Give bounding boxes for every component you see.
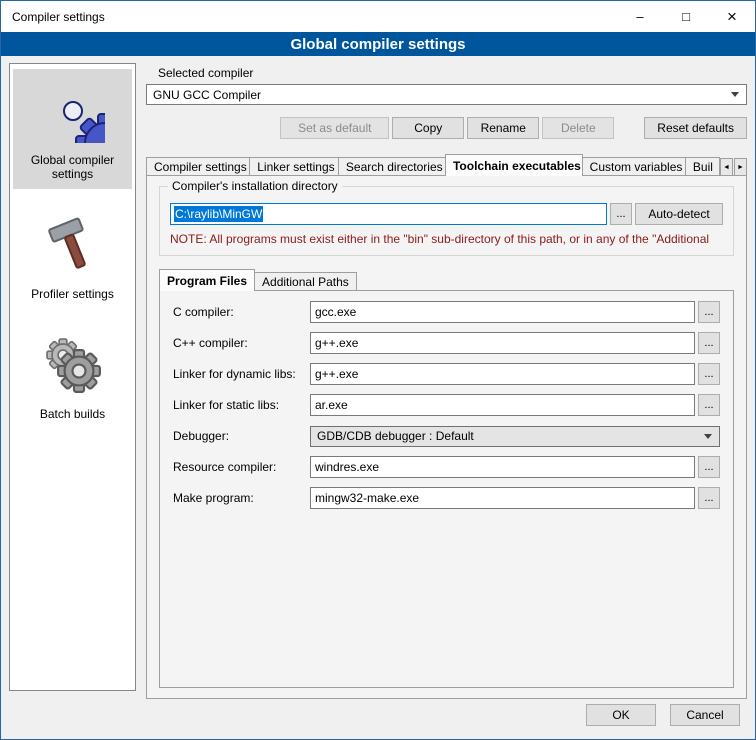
settings-sidebar: Global compiler settings Profiler settin… (9, 63, 136, 691)
debugger-select-value: GDB/CDB debugger : Default (317, 429, 474, 443)
chevron-down-icon (731, 92, 739, 97)
window-title: Compiler settings (1, 1, 617, 32)
tab-search-directories[interactable]: Search directories (338, 157, 446, 176)
field-label: Resource compiler: (173, 460, 307, 474)
compiler-buttons-row: Set as default Copy Rename Delete Reset … (146, 117, 747, 139)
tab-linker-settings[interactable]: Linker settings (249, 157, 339, 176)
toolchain-executables-panel: Compiler's installation directory C:\ray… (146, 175, 747, 699)
groupbox-title: Compiler's installation directory (168, 179, 342, 193)
tab-scroll-left-icon[interactable]: ◄ (720, 158, 733, 176)
field-label: C++ compiler: (173, 336, 307, 350)
blue-gear-icon (41, 79, 105, 143)
tab-custom-variables[interactable]: Custom variables (582, 157, 686, 176)
sidebar-item-batch-builds[interactable]: Batch builds (13, 323, 132, 429)
selected-text: C:\raylib\MinGW (174, 206, 263, 222)
delete-button[interactable]: Delete (542, 117, 614, 139)
sidebar-item-label: Profiler settings (31, 287, 114, 301)
browse-button[interactable]: ... (698, 394, 720, 416)
static-libs-linker-input[interactable] (310, 394, 695, 416)
chevron-down-icon (704, 434, 712, 439)
toolchain-subtabbar: Program Files Additional Paths (159, 269, 734, 291)
close-button[interactable]: × (709, 1, 755, 32)
sidebar-item-label: Batch builds (40, 407, 105, 421)
titlebar: Compiler settings – □ × (1, 1, 755, 32)
tab-compiler-settings[interactable]: Compiler settings (146, 157, 250, 176)
debugger-select[interactable]: GDB/CDB debugger : Default (310, 426, 720, 447)
subtab-program-files[interactable]: Program Files (159, 269, 255, 291)
field-row-make-program: Make program: ... (173, 487, 720, 509)
dialog-content: Global compiler settings Profiler settin… (1, 56, 755, 699)
gray-gears-icon (41, 333, 105, 397)
field-label: C compiler: (173, 305, 307, 319)
resource-compiler-input[interactable] (310, 456, 695, 478)
make-program-input[interactable] (310, 487, 695, 509)
field-label: Debugger: (173, 429, 307, 443)
dialog-header: Global compiler settings (1, 32, 755, 56)
dialog-footer: OK Cancel (1, 699, 755, 739)
maximize-button[interactable]: □ (663, 1, 709, 32)
installation-directory-groupbox: Compiler's installation directory C:\ray… (159, 186, 734, 256)
browse-button[interactable]: ... (698, 487, 720, 509)
compiler-settings-dialog: Compiler settings – □ × Global compiler … (0, 0, 756, 740)
sidebar-item-profiler-settings[interactable]: Profiler settings (13, 203, 132, 309)
field-row-cpp-compiler: C++ compiler: ... (173, 332, 720, 354)
set-as-default-button[interactable]: Set as default (280, 117, 389, 139)
main-panel: Selected compiler GNU GCC Compiler Set a… (146, 63, 747, 699)
installation-directory-row: C:\raylib\MinGW ... Auto-detect (170, 203, 723, 225)
field-row-dynamic-linker: Linker for dynamic libs: ... (173, 363, 720, 385)
cancel-button[interactable]: Cancel (670, 704, 740, 726)
field-label: Make program: (173, 491, 307, 505)
tab-scroll-right-icon[interactable]: ► (734, 158, 747, 176)
program-files-panel: C compiler: ... C++ compiler: ... Linker… (159, 290, 734, 688)
field-row-c-compiler: C compiler: ... (173, 301, 720, 323)
compiler-select-value: GNU GCC Compiler (153, 88, 261, 102)
auto-detect-button[interactable]: Auto-detect (635, 203, 723, 225)
browse-button[interactable]: ... (698, 332, 720, 354)
copy-button[interactable]: Copy (392, 117, 464, 139)
browse-button[interactable]: ... (698, 363, 720, 385)
bin-subdirectory-note: NOTE: All programs must exist either in … (170, 232, 723, 246)
installation-directory-input[interactable]: C:\raylib\MinGW (170, 203, 607, 225)
browse-button[interactable]: ... (698, 456, 720, 478)
sidebar-item-label: Global compiler settings (15, 153, 130, 181)
tab-toolchain-executables[interactable]: Toolchain executables (445, 154, 583, 176)
minimize-button[interactable]: – (617, 1, 663, 32)
field-row-resource-compiler: Resource compiler: ... (173, 456, 720, 478)
c-compiler-input[interactable] (310, 301, 695, 323)
tab-scroll-arrows: ◄ ► (719, 158, 747, 176)
reset-defaults-button[interactable]: Reset defaults (644, 117, 747, 139)
ok-button[interactable]: OK (586, 704, 656, 726)
tab-build-options[interactable]: Buil (685, 157, 720, 176)
field-row-debugger: Debugger: GDB/CDB debugger : Default (173, 425, 720, 447)
field-row-static-linker: Linker for static libs: ... (173, 394, 720, 416)
compiler-select[interactable]: GNU GCC Compiler (146, 84, 747, 105)
selected-compiler-label: Selected compiler (158, 66, 747, 80)
sidebar-item-global-compiler-settings[interactable]: Global compiler settings (13, 69, 132, 189)
cpp-compiler-input[interactable] (310, 332, 695, 354)
profiler-hammer-icon (41, 213, 105, 277)
settings-tabbar: Compiler settings Linker settings Search… (146, 154, 747, 176)
dynamic-libs-linker-input[interactable] (310, 363, 695, 385)
field-label: Linker for dynamic libs: (173, 367, 307, 381)
browse-button[interactable]: ... (698, 301, 720, 323)
browse-directory-button[interactable]: ... (610, 203, 632, 225)
rename-button[interactable]: Rename (467, 117, 539, 139)
field-label: Linker for static libs: (173, 398, 307, 412)
subtab-additional-paths[interactable]: Additional Paths (254, 272, 357, 291)
